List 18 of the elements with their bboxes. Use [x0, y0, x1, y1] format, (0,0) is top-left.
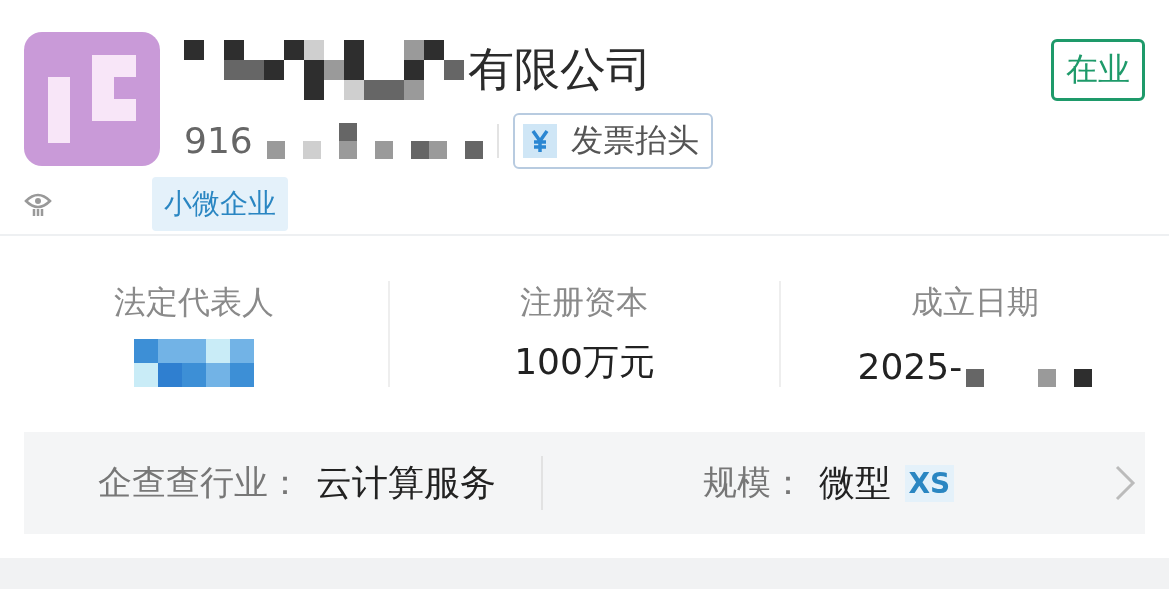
stat-label: 成立日期	[910, 282, 1039, 323]
credit-code: 916	[184, 120, 253, 162]
status-tag: 在业	[1051, 38, 1145, 101]
stat-label: 注册资本	[520, 282, 649, 323]
stat-value: 2025-	[857, 346, 963, 387]
stat-value: 100万元	[514, 340, 655, 384]
invoice-title-button[interactable]: 发票抬头	[512, 112, 713, 169]
scale-badge: XS	[904, 464, 955, 502]
industry-label: 企查查行业：	[98, 461, 302, 504]
company-name: 有限公司	[468, 40, 652, 98]
yen-icon	[522, 123, 557, 158]
stat-label: 法定代表人	[114, 282, 275, 323]
scale-label: 规模：	[702, 461, 805, 504]
industry-value: 云计算服务	[316, 460, 496, 505]
company-tag: 小微企业	[152, 176, 288, 231]
scale-value: 微型	[818, 460, 891, 505]
chevron-right-icon[interactable]	[1113, 463, 1137, 503]
industry-bar[interactable]: 企查查行业： 云计算服务 规模： 微型 XS	[24, 432, 1145, 534]
